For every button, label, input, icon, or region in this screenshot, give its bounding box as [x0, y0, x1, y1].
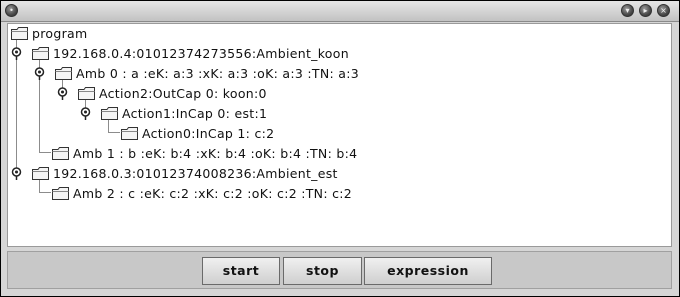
tree-node-label: Action1:InCap 0: est:1: [122, 106, 268, 121]
minimize-icon[interactable]: ▾: [621, 4, 634, 17]
tree-node-label: program: [32, 26, 88, 41]
folder-icon: [55, 67, 72, 80]
folder-icon: [121, 127, 138, 140]
folder-icon: [78, 87, 95, 100]
tree-connector: [108, 120, 109, 132]
expand-handle-icon[interactable]: [34, 67, 45, 80]
tree-node-label: Action2:OutCap 0: koon:0: [99, 86, 267, 101]
tree-node-label: Action0:InCap 1: c:2: [142, 126, 275, 141]
close-icon[interactable]: ×: [657, 4, 670, 17]
folder-icon: [52, 147, 69, 160]
expand-handle-icon[interactable]: [57, 87, 68, 100]
expand-handle-icon[interactable]: [80, 107, 91, 120]
expand-handle-icon[interactable]: [11, 167, 22, 180]
tree-node-label: 192.168.0.4:01012374273556:Ambient_koon: [53, 46, 349, 61]
tree-node-label: Amb 1 : b :eK: b:4 :xK: b:4 :oK: b:4 :TN…: [73, 146, 358, 161]
folder-icon: [101, 107, 118, 120]
expand-handle-icon[interactable]: [11, 47, 22, 60]
title-bar[interactable]: • ▾ ▸ ×: [1, 1, 679, 22]
tree-connector: [39, 192, 51, 193]
window-menu-icon[interactable]: •: [5, 4, 18, 17]
tree-node-label: 192.168.0.3:01012374008236:Ambient_est: [53, 166, 338, 181]
tree-node-label: Amb 0 : a :eK: a:3 :xK: a:3 :oK: a:3 :TN…: [76, 66, 359, 81]
application-window: • ▾ ▸ × program 192.168.0.4:010123742735…: [0, 0, 680, 297]
folder-icon: [32, 167, 49, 180]
stop-button[interactable]: stop: [283, 257, 362, 285]
folder-icon: [11, 27, 28, 40]
tree-connector: [108, 132, 120, 133]
maximize-icon[interactable]: ▸: [639, 4, 652, 17]
tree-node-label: Amb 2 : c :eK: c:2 :xK: c:2 :oK: c:2 :TN…: [73, 186, 353, 201]
button-bar: start stop expression: [7, 251, 672, 289]
program-tree[interactable]: program 192.168.0.4:01012374273556:Ambie…: [7, 23, 672, 247]
folder-icon: [52, 187, 69, 200]
tree-connector: [39, 180, 40, 192]
tree-connector: [39, 152, 51, 153]
folder-icon: [32, 47, 49, 60]
expression-button[interactable]: expression: [364, 257, 492, 285]
start-button[interactable]: start: [202, 257, 280, 285]
